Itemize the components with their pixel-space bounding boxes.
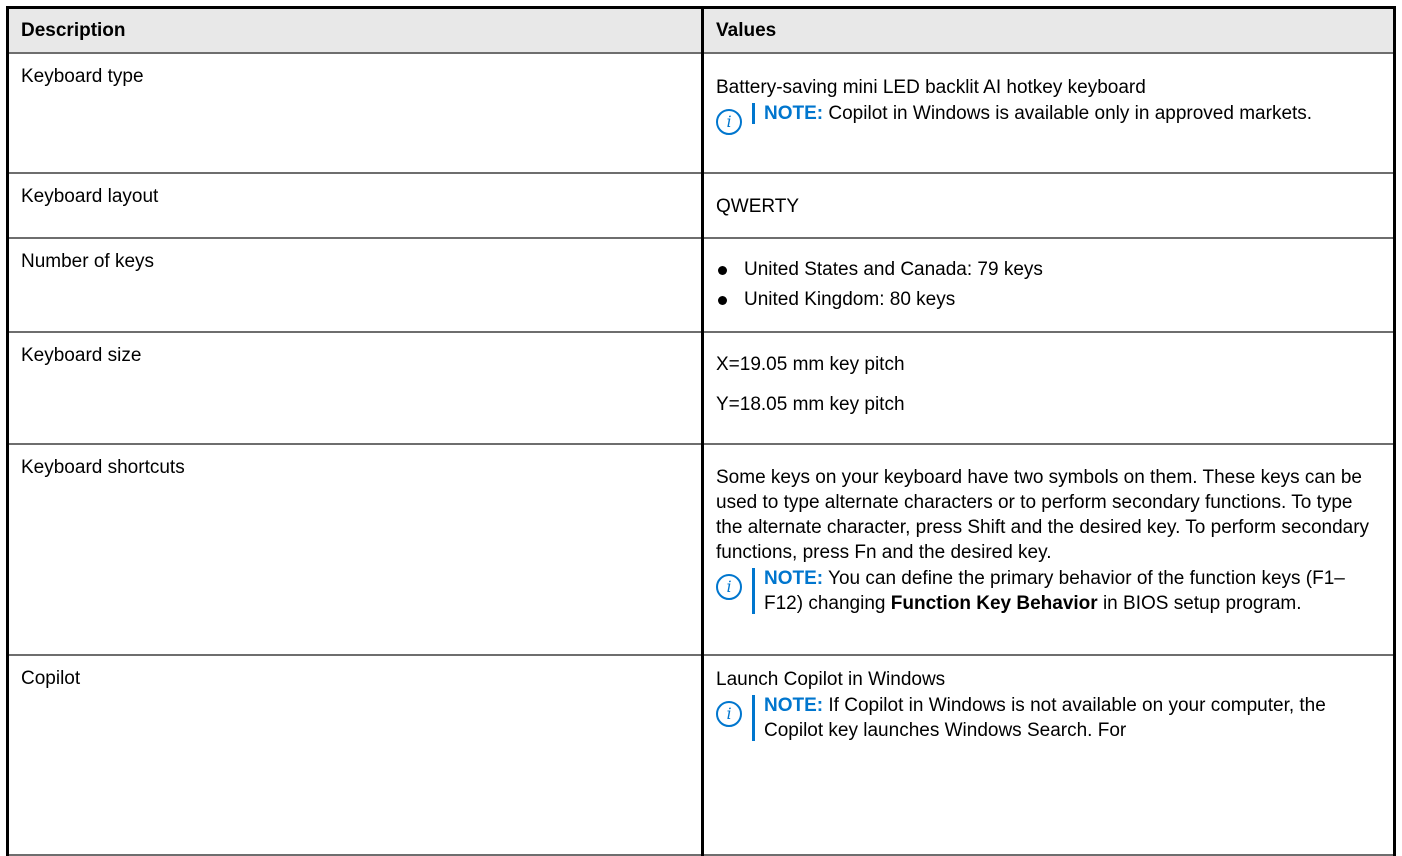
info-icon: i [716,574,742,600]
note-bar [752,695,755,741]
specs-table: Description Values Keyboard type Battery… [6,6,1396,856]
note-text: If Copilot in Windows is not available o… [764,695,1326,741]
note-bar [752,568,755,614]
note-box: i NOTE: If Copilot in Windows is not ava… [716,693,1381,743]
note-box: i NOTE: Copilot in Windows is available … [716,101,1381,135]
table-row: Keyboard shortcuts Some keys on your key… [6,443,1396,656]
table-row: Keyboard layout QWERTY [6,172,1396,239]
info-icon: i [716,701,742,727]
note-bold-text: Function Key Behavior [890,593,1098,614]
table-row: Copilot Launch Copilot in Windows i NOTE… [6,654,1396,856]
info-icon: i [716,109,742,135]
header-description-label: Description [21,20,126,41]
header-values: Values [701,6,1396,54]
note-box: i NOTE: You can define the primary behav… [716,566,1381,616]
row-label: Number of keys [21,251,155,272]
note-label: NOTE: [764,695,824,716]
note-text: Copilot in Windows is available only in … [828,103,1313,124]
note-bar [752,103,755,124]
keys-list: United States and Canada: 79 keys United… [716,255,1381,315]
row-label: Keyboard size [21,345,142,366]
list-item: United Kingdom: 80 keys [716,285,1381,315]
table-row: Keyboard type Battery-saving mini LED ba… [6,52,1396,174]
list-item: United States and Canada: 79 keys [716,255,1381,285]
header-values-label: Values [716,20,777,41]
row-label: Keyboard shortcuts [21,457,185,478]
table-header-row: Description Values [6,6,1396,54]
note-label: NOTE: [764,103,824,124]
note-text-end: in BIOS setup program. [1102,593,1302,614]
size-x-value: X=19.05 mm key pitch [716,354,905,375]
size-y-value: Y=18.05 mm key pitch [716,394,905,415]
table-row: Number of keys United States and Canada:… [6,237,1396,333]
row-value: Some keys on your keyboard have two symb… [716,467,1370,563]
row-value: Battery-saving mini LED backlit AI hotke… [716,77,1146,98]
header-description: Description [6,6,704,54]
row-label: Copilot [21,668,81,689]
table-row: Keyboard size X=19.05 mm key pitch Y=18.… [6,331,1396,445]
row-value: QWERTY [716,196,800,217]
note-label: NOTE: [764,568,824,589]
row-label: Keyboard layout [21,186,159,207]
row-label: Keyboard type [21,66,144,87]
row-value: Launch Copilot in Windows [716,669,946,690]
